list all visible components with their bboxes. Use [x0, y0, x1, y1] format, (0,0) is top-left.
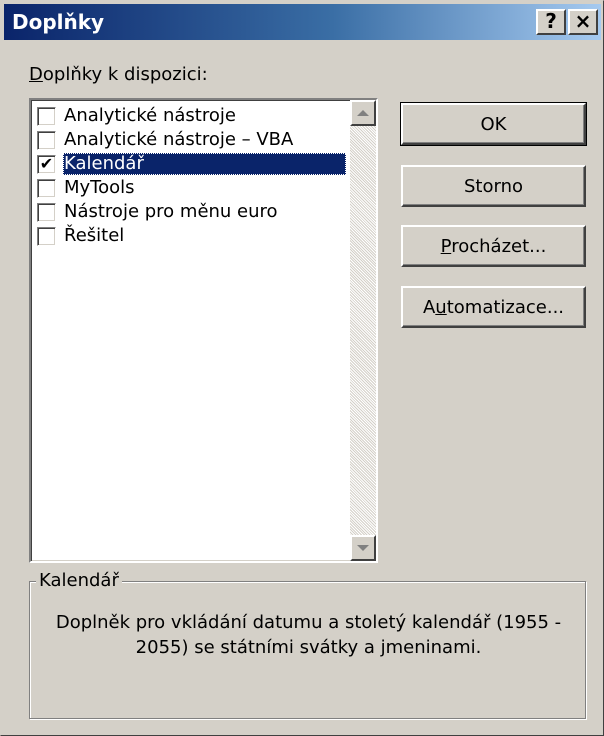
automation-button-label: Automatizace...: [422, 296, 565, 318]
addins-listbox[interactable]: Analytické nástroje Analytické nástroje –…: [29, 98, 378, 563]
scroll-down-button[interactable]: [350, 535, 376, 561]
addin-checkbox[interactable]: [37, 130, 56, 150]
arrow-up-icon: [357, 110, 369, 116]
ok-button-label: OK: [480, 113, 507, 135]
addin-item[interactable]: Analytické nástroje – VBA: [31, 128, 346, 152]
addin-checkbox[interactable]: [37, 226, 56, 246]
addin-label: Nástroje pro měnu euro: [64, 201, 278, 222]
addin-checkbox[interactable]: [37, 178, 56, 198]
addin-label: Analytické nástroje – VBA: [64, 129, 294, 150]
description-groupbox: Kalendář Doplněk pro vkládání datumu a s…: [29, 570, 586, 719]
addin-item[interactable]: Nástroje pro měnu euro: [31, 200, 346, 224]
description-text: Doplněk pro vkládání datumu a stoletý ka…: [55, 612, 562, 658]
description-title: Kalendář: [36, 570, 122, 591]
help-button[interactable]: ?: [536, 9, 566, 35]
cancel-button[interactable]: Storno: [401, 165, 586, 207]
browse-button-label: Procházet...: [440, 235, 547, 257]
ok-button[interactable]: OK: [400, 102, 587, 146]
addin-label: MyTools: [64, 177, 135, 198]
addin-item[interactable]: MyTools: [31, 176, 346, 200]
addin-item[interactable]: ✔ Kalendář: [31, 152, 346, 176]
addin-label: Kalendář: [63, 153, 346, 175]
browse-button[interactable]: Procházet...: [401, 225, 586, 267]
addin-label: Řešitel: [64, 225, 125, 246]
addin-label: Analytické nástroje: [64, 105, 236, 126]
dialog-title: Doplňky: [12, 10, 105, 34]
addin-item[interactable]: Analytické nástroje: [31, 104, 346, 128]
arrow-down-icon: [357, 545, 369, 551]
addins-dialog: Doplňky ? × Doplňky k dispozici: Analyti…: [0, 0, 604, 736]
listbox-scrollbar[interactable]: [350, 100, 376, 561]
scroll-up-button[interactable]: [350, 100, 376, 126]
title-bar[interactable]: Doplňky ? ×: [4, 4, 601, 40]
addin-checkbox-checked[interactable]: ✔: [37, 154, 56, 174]
addin-checkbox[interactable]: [37, 106, 56, 126]
automation-button[interactable]: Automatizace...: [401, 286, 586, 328]
addins-list: Analytické nástroje Analytické nástroje –…: [31, 104, 346, 248]
available-addins-label: Doplňky k dispozici:: [29, 64, 208, 85]
addin-item[interactable]: Řešitel: [31, 224, 346, 248]
cancel-button-label: Storno: [463, 175, 523, 197]
close-button[interactable]: ×: [568, 9, 598, 35]
addin-checkbox[interactable]: [37, 202, 56, 222]
